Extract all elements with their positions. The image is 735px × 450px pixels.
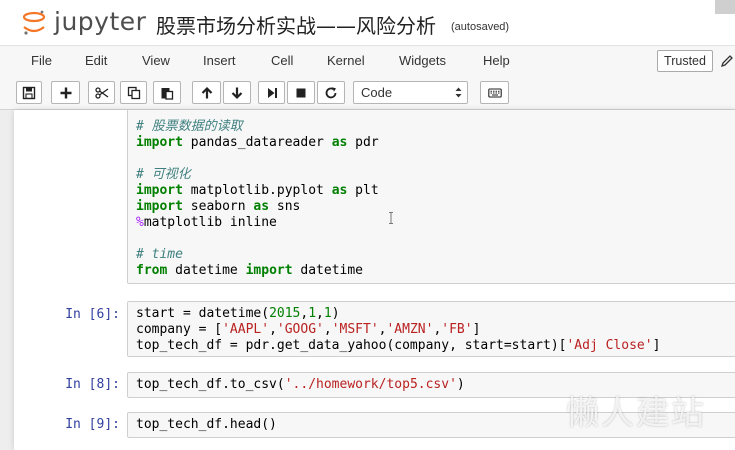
cell-input-imports[interactable]: # 股票数据的读取 import pandas_datareader as pd… xyxy=(127,110,735,284)
command-palette-button[interactable] xyxy=(480,81,509,104)
code-line: company = ['AAPL','GOOG','MSFT','AMZN','… xyxy=(136,322,481,337)
stop-icon xyxy=(296,88,306,97)
menu-view[interactable]: View xyxy=(142,53,170,68)
menu-file[interactable]: File xyxy=(31,53,52,68)
toolbar: Code xyxy=(0,75,735,110)
code-cell-imports[interactable]: # 股票数据的读取 import pandas_datareader as pd… xyxy=(14,110,735,285)
menu-cell[interactable]: Cell xyxy=(271,53,293,68)
code-line: from datetime import datetime xyxy=(136,263,364,278)
arrow-down-icon xyxy=(231,87,243,99)
code-line: %matplotlib inline xyxy=(136,215,277,230)
restart-icon xyxy=(325,86,337,98)
paste-button[interactable] xyxy=(153,81,181,104)
move-down-button[interactable] xyxy=(223,81,251,104)
code-line: top_tech_df.to_csv('../homework/top5.csv… xyxy=(136,377,465,392)
interrupt-button[interactable] xyxy=(287,81,315,104)
jupyter-logo-icon[interactable] xyxy=(22,9,46,37)
restart-button[interactable] xyxy=(317,81,345,104)
copy-icon xyxy=(127,86,140,99)
cell-type-select[interactable]: Code xyxy=(353,81,468,104)
select-arrows-icon xyxy=(455,87,462,98)
header-edge xyxy=(715,0,735,14)
paste-icon xyxy=(161,87,174,100)
menu-kernel[interactable]: Kernel xyxy=(327,53,365,68)
move-up-button[interactable] xyxy=(192,81,221,104)
menu-widgets[interactable]: Widgets xyxy=(399,53,446,68)
cell-prompt: In [9]: xyxy=(65,417,120,432)
keyboard-icon xyxy=(487,87,502,98)
code-line: top_tech_df = pdr.get_data_yahoo(company… xyxy=(136,338,661,353)
cell-prompt: In [6]: xyxy=(65,307,120,322)
code-line: # 股票数据的读取 xyxy=(136,119,243,134)
step-forward-icon xyxy=(267,87,277,98)
code-cell-6[interactable]: In [6]: start = datetime(2015,1,1) compa… xyxy=(14,297,735,357)
cell-input-6[interactable]: start = datetime(2015,1,1) company = ['A… xyxy=(127,301,735,357)
insert-cell-button[interactable] xyxy=(51,81,80,104)
code-line: import seaborn as sns xyxy=(136,199,301,214)
run-button[interactable] xyxy=(258,81,285,104)
code-line: top_tech_df.head() xyxy=(136,417,277,432)
code-line: start = datetime(2015,1,1) xyxy=(136,306,340,321)
arrow-up-icon xyxy=(201,86,212,98)
save-icon xyxy=(22,86,36,99)
plus-icon xyxy=(60,87,71,98)
save-button[interactable] xyxy=(16,81,42,104)
trusted-badge[interactable]: Trusted xyxy=(657,50,713,72)
code-line: # 可视化 xyxy=(136,167,191,182)
jupyter-logo-text[interactable]: jupyter xyxy=(54,7,146,36)
code-line: import pandas_datareader as pdr xyxy=(136,135,379,150)
pencil-icon[interactable] xyxy=(720,54,734,68)
cut-button[interactable] xyxy=(88,81,115,104)
notebook-title[interactable]: 股票市场分析实战——风险分析 xyxy=(156,10,436,39)
menu-insert[interactable]: Insert xyxy=(203,53,236,68)
cell-prompt: In [8]: xyxy=(65,377,120,392)
cell-type-value: Code xyxy=(361,85,393,100)
code-line: import matplotlib.pyplot as plt xyxy=(136,183,379,198)
watermark: 懒人建站 xyxy=(566,393,706,432)
code-line: # time xyxy=(136,247,183,262)
menu-edit[interactable]: Edit xyxy=(85,53,107,68)
autosave-status: (autosaved) xyxy=(451,21,510,33)
menubar: File Edit View Insert Cell Kernel Widget… xyxy=(0,45,735,75)
text-cursor-icon xyxy=(389,212,393,224)
menu-help[interactable]: Help xyxy=(483,53,510,68)
notebook-header: jupyter 股票市场分析实战——风险分析 (autosaved) xyxy=(0,0,735,45)
copy-button[interactable] xyxy=(120,81,147,104)
cut-icon xyxy=(94,86,108,99)
